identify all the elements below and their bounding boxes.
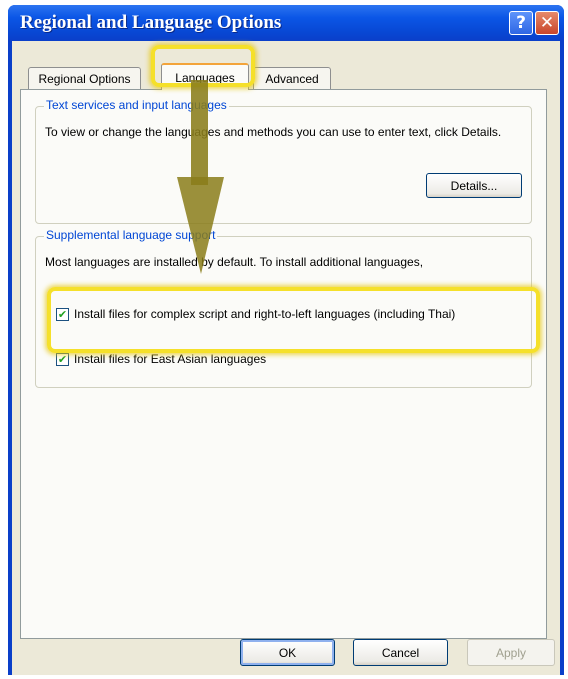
apply-button[interactable]: Apply xyxy=(467,639,555,666)
close-button[interactable]: ✕ xyxy=(535,11,559,35)
cancel-button[interactable]: Cancel xyxy=(353,639,448,666)
text-services-legend: Text services and input languages xyxy=(44,98,229,112)
tab-strip: Regional Options Languages Advanced xyxy=(12,41,560,90)
help-button[interactable]: ? xyxy=(509,11,533,35)
text-services-description: To view or change the languages and meth… xyxy=(45,125,502,139)
complex-script-checkbox[interactable]: ✔ xyxy=(56,308,69,321)
close-icon: ✕ xyxy=(539,13,555,33)
tab-label: Advanced xyxy=(265,71,319,86)
ok-button-label: OK xyxy=(278,645,297,660)
tab-languages[interactable]: Languages xyxy=(161,63,249,90)
tab-label: Languages xyxy=(175,70,235,85)
east-asian-checkbox-label: Install files for East Asian languages xyxy=(74,352,267,366)
languages-tab-panel: Text services and input languages To vie… xyxy=(20,89,547,639)
cancel-button-label: Cancel xyxy=(381,645,420,660)
dialog-client-area: Regional Options Languages Advanced Text… xyxy=(12,41,560,675)
title-bar[interactable]: Regional and Language Options ? ✕ xyxy=(8,5,564,41)
apply-button-label: Apply xyxy=(495,645,527,660)
east-asian-checkbox-row[interactable]: ✔ Install files for East Asian languages xyxy=(56,352,506,367)
check-icon: ✔ xyxy=(57,308,68,321)
details-button-label: Details... xyxy=(450,178,498,193)
tab-advanced[interactable]: Advanced xyxy=(253,67,331,89)
window-title: Regional and Language Options xyxy=(20,12,282,33)
east-asian-checkbox[interactable]: ✔ xyxy=(56,353,69,366)
tab-regional-options[interactable]: Regional Options xyxy=(28,67,141,89)
tab-label: Regional Options xyxy=(38,71,131,86)
check-icon: ✔ xyxy=(57,353,68,366)
details-button[interactable]: Details... xyxy=(426,173,522,198)
text-services-group: Text services and input languages To vie… xyxy=(35,98,532,224)
complex-script-checkbox-label: Install files for complex script and rig… xyxy=(74,307,456,321)
ok-button[interactable]: OK xyxy=(240,639,335,666)
complex-script-checkbox-row[interactable]: ✔ Install files for complex script and r… xyxy=(56,307,506,322)
question-mark-icon: ? xyxy=(516,13,526,33)
supplemental-legend: Supplemental language support xyxy=(44,228,218,242)
supplemental-description: Most languages are installed by default.… xyxy=(45,255,424,269)
supplemental-language-group: Supplemental language support Most langu… xyxy=(35,228,532,388)
dialog-window: Regional and Language Options ? ✕ Region… xyxy=(8,5,564,675)
